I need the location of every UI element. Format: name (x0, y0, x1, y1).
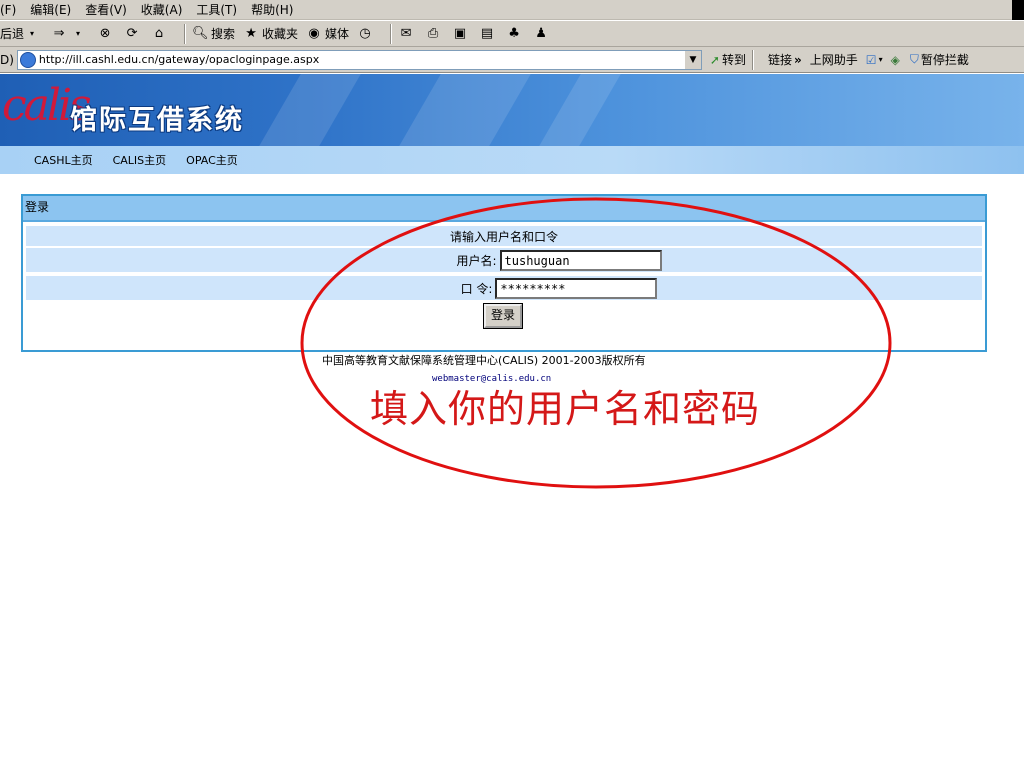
stop-icon: ⊗ (99, 25, 111, 41)
menu-tools[interactable]: 工具(T) (196, 1, 237, 18)
annotation-text: 填入你的用户名和密码 (370, 387, 761, 431)
page-icon (19, 51, 36, 68)
banner-decoration (259, 74, 361, 146)
password-row: 口 令: ********* (26, 276, 982, 300)
stop-button[interactable]: ⊗ (97, 26, 116, 42)
qq-penguin-icon: ♟ (535, 25, 547, 41)
links-button[interactable]: 链接 » (768, 51, 802, 68)
popup-block-button[interactable]: ⛉ 暂停拦截 (910, 51, 969, 68)
username-label: 用户名: (456, 253, 497, 268)
helper-button[interactable]: 上网助手 (810, 51, 858, 68)
site-banner: calis 馆际互借系统 (0, 74, 1024, 146)
menu-file[interactable]: (F) (0, 3, 16, 17)
back-button[interactable]: 后退 ▾ (0, 25, 43, 42)
home-button[interactable]: ⌂ (151, 26, 170, 42)
nav-link-cashl[interactable]: CASHL主页 (34, 152, 93, 168)
favorites-button[interactable]: ★ 收藏夹 (243, 25, 298, 42)
menu-view[interactable]: 查看(V) (85, 1, 127, 18)
diamond-icon: ◈ (890, 52, 900, 67)
history-icon: ◷ (359, 25, 371, 41)
login-prompt-row: 请输入用户名和口令 (26, 226, 982, 246)
nav-link-opac[interactable]: OPAC主页 (186, 152, 238, 168)
username-group: 用户名: tushuguan (456, 249, 662, 271)
address-dropdown-icon[interactable]: ▼ (683, 50, 701, 69)
discuss-button[interactable]: ▤ (479, 26, 498, 42)
dropdown-icon: ▾ (76, 28, 81, 38)
helper-check-button[interactable]: ☑ ▾ (866, 53, 883, 67)
qq-button[interactable]: ♟ (533, 26, 552, 42)
menu-edit[interactable]: 编辑(E) (30, 1, 71, 18)
media-label: 媒体 (325, 27, 350, 41)
go-button[interactable]: ➚ 转到 (710, 51, 746, 68)
browser-toolbar: 后退 ▾ ⇒ ▾ ⊗ ⟳ ⌂ 🔍︎ 搜索 ★ 收藏夹 ◉ 媒体 ◷ ✉ ⎙ ▣ … (0, 20, 1024, 47)
toolbar-separator (184, 23, 187, 44)
banner-decoration (539, 74, 621, 146)
footer-copyright: 中国高等教育文献保障系统管理中心(CALIS) 2001-2003版权所有 (322, 354, 646, 367)
mail-icon: ✉ (400, 25, 412, 41)
messenger-icon: ♣ (508, 25, 520, 41)
menu-favorites[interactable]: 收藏(A) (141, 1, 183, 18)
messenger-button[interactable]: ♣ (506, 26, 525, 42)
site-nav: CASHL主页 CALIS主页 OPAC主页 (0, 146, 1024, 174)
password-group: 口 令: ********* (460, 277, 658, 299)
shield-icon: ⛉ (909, 52, 919, 66)
favorites-label: 收藏夹 (262, 27, 299, 41)
links-label: 链接 (768, 53, 793, 67)
menu-bar: (F) 编辑(E) 查看(V) 收藏(A) 工具(T) 帮助(H) (0, 0, 1024, 20)
go-arrow-icon: ➚ (709, 52, 720, 67)
menu-help[interactable]: 帮助(H) (251, 1, 293, 18)
address-input[interactable]: http://ill.cashl.edu.cn/gateway/opaclogi… (16, 49, 702, 70)
username-row: 用户名: tushuguan (26, 248, 982, 272)
media-button[interactable]: ◉ 媒体 (306, 25, 349, 42)
login-panel-title: 登录 (23, 196, 985, 222)
password-label: 口 令: (460, 281, 493, 296)
helper-label: 上网助手 (809, 53, 858, 67)
search-icon: 🔍︎ (192, 25, 209, 41)
search-button[interactable]: 🔍︎ 搜索 (192, 25, 235, 42)
popup-block-label: 暂停拦截 (920, 53, 969, 67)
username-input[interactable]: tushuguan (499, 249, 662, 271)
dropdown-icon: ▾ (30, 28, 35, 38)
refresh-icon: ⟳ (126, 25, 138, 41)
banner-decoration (399, 74, 531, 146)
window-edge (1012, 0, 1024, 20)
forward-arrow-icon: ⇒ (53, 25, 65, 41)
go-label: 转到 (721, 53, 746, 67)
login-panel: 登录 请输入用户名和口令 用户名: tushuguan 口 令: *******… (21, 194, 987, 352)
address-label: D) (0, 52, 14, 67)
history-button[interactable]: ◷ (357, 26, 376, 42)
document-icon: ▤ (480, 25, 494, 41)
print-button[interactable]: ⎙ (425, 26, 444, 42)
back-label: 后退 (0, 27, 25, 41)
toolbar-separator (390, 23, 393, 44)
edit-button[interactable]: ▣ (452, 26, 471, 42)
home-icon: ⌂ (154, 25, 164, 41)
toolbar-separator (752, 49, 754, 70)
address-url: http://ill.cashl.edu.cn/gateway/opaclogi… (38, 53, 320, 66)
checkbox-icon: ☑ (865, 52, 877, 67)
forward-button[interactable]: ⇒ ▾ (51, 26, 89, 42)
dropdown-icon: ▾ (878, 55, 883, 64)
refresh-button[interactable]: ⟳ (124, 26, 143, 42)
address-bar: D) http://ill.cashl.edu.cn/gateway/opacl… (0, 47, 1024, 73)
login-prompt: 请输入用户名和口令 (449, 229, 558, 244)
chevron-right-icon: » (794, 52, 802, 67)
site-title: 馆际互借系统 (70, 105, 244, 136)
search-label: 搜索 (211, 27, 236, 41)
login-button[interactable]: 登录 (482, 303, 524, 329)
print-icon: ⎙ (427, 25, 439, 41)
favorites-icon: ★ (245, 25, 257, 41)
tool-button[interactable]: ◈ (891, 53, 902, 67)
media-icon: ◉ (308, 25, 320, 41)
mail-button[interactable]: ✉ (398, 26, 417, 42)
password-input[interactable]: ********* (495, 277, 658, 299)
nav-link-calis[interactable]: CALIS主页 (113, 152, 167, 168)
edit-icon: ▣ (453, 25, 467, 41)
